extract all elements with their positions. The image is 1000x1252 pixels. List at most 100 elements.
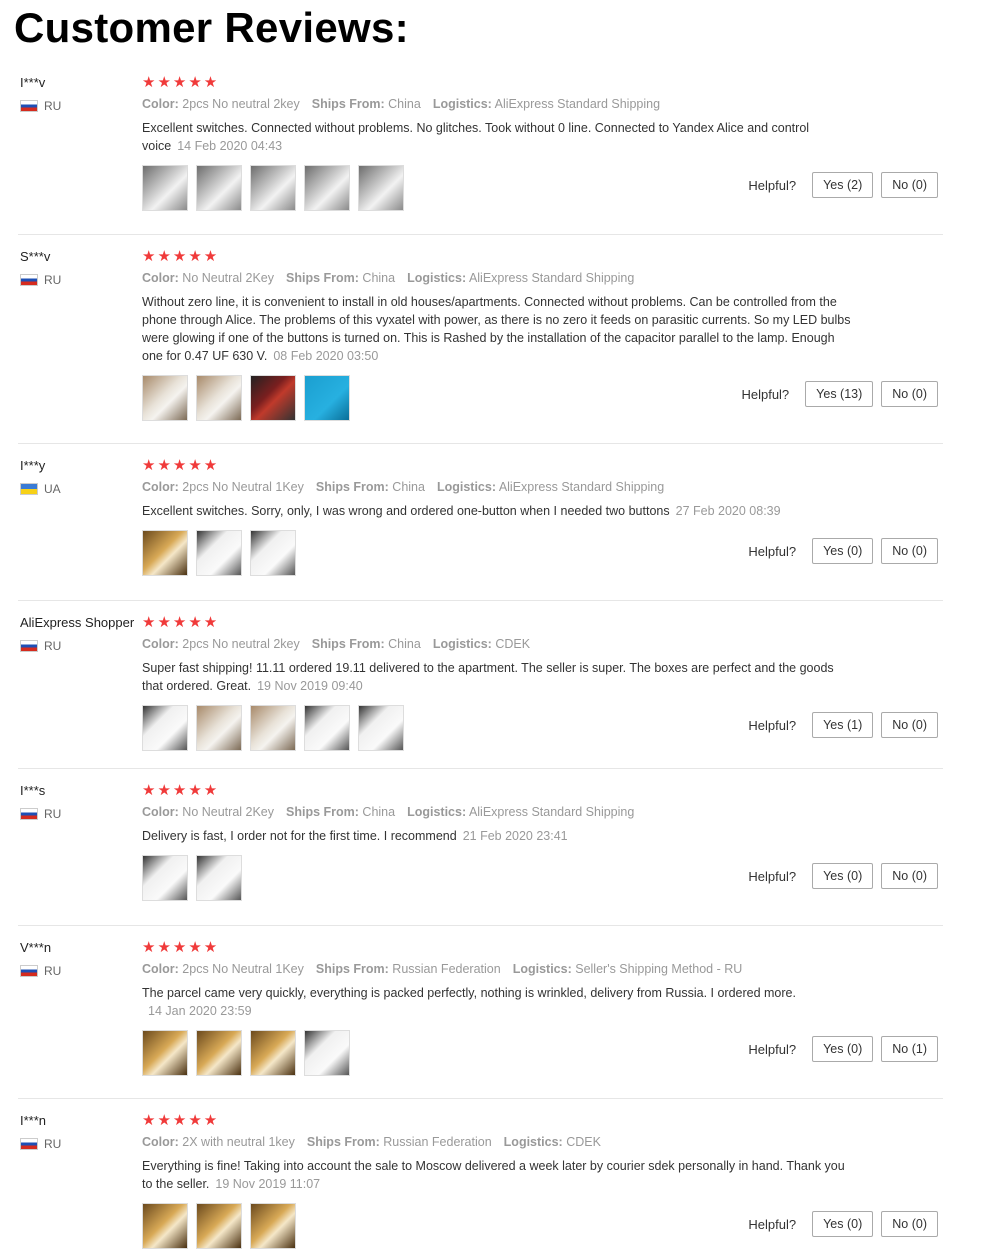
review-photos (142, 530, 852, 576)
logistics: Logistics: AliExpress Standard Shipping (407, 271, 634, 285)
review-photo-thumbnail[interactable] (196, 1203, 242, 1249)
review-photo-thumbnail[interactable] (142, 530, 188, 576)
flag-icon (20, 808, 38, 820)
review-photo-thumbnail[interactable] (304, 1030, 350, 1076)
review-photo-thumbnail[interactable] (250, 705, 296, 751)
flag-icon (20, 100, 38, 112)
review-photo-thumbnail[interactable] (250, 1030, 296, 1076)
review-photo-thumbnail[interactable] (250, 1203, 296, 1249)
review-photo-thumbnail[interactable] (142, 705, 188, 751)
review-photo-thumbnail[interactable] (250, 165, 296, 211)
yes-vote-button[interactable]: Yes (13) (805, 381, 874, 407)
logistics-label: Logistics: (432, 637, 492, 651)
country-code: RU (44, 807, 62, 821)
no-vote-button[interactable]: No (0) (881, 381, 938, 407)
reviewer-name: V***n (20, 940, 52, 955)
sku-color: Color: 2pcs No neutral 2key (142, 637, 300, 651)
flag-icon (20, 965, 38, 977)
sku-color-label: Color: (142, 637, 179, 651)
review-photo-thumbnail[interactable] (358, 705, 404, 751)
logistics-value: AliExpress Standard Shipping (494, 97, 661, 111)
yes-vote-button[interactable]: Yes (0) (812, 1036, 874, 1062)
review-meta: Color: 2pcs No Neutral 1Key Ships From: C… (142, 480, 852, 494)
no-vote-button[interactable]: No (0) (881, 863, 938, 889)
country-code: RU (44, 964, 62, 978)
review-photo-thumbnail[interactable] (142, 375, 188, 421)
review-content: ★★★★★ Color: 2pcs No neutral 2key Ships Fr… (142, 615, 852, 751)
review-photo-thumbnail[interactable] (304, 165, 350, 211)
review-photo-thumbnail[interactable] (250, 375, 296, 421)
review-photos (142, 1030, 852, 1076)
country-code: RU (44, 639, 62, 653)
review-photo-thumbnail[interactable] (142, 1203, 188, 1249)
review-date: 08 Feb 2020 03:50 (273, 349, 379, 363)
no-vote-button[interactable]: No (0) (881, 172, 938, 198)
helpful-label: Helpful? (741, 386, 790, 402)
helpful-votes: Helpful? Yes (13) No (0) (741, 381, 938, 407)
review-text: Delivery is fast, I order not for the fi… (142, 827, 852, 845)
no-vote-button[interactable]: No (0) (881, 538, 938, 564)
review-photo-thumbnail[interactable] (304, 375, 350, 421)
logistics-value: CDEK (566, 1135, 601, 1149)
ships-from: Ships From: Russian Federation (316, 962, 501, 976)
reviewer-country: RU (20, 273, 61, 287)
star-rating: ★★★★★ (142, 457, 220, 474)
helpful-votes: Helpful? Yes (2) No (0) (748, 172, 938, 198)
yes-vote-button[interactable]: Yes (2) (812, 172, 874, 198)
reviewer-name: I***n (20, 1113, 47, 1128)
review-photo-thumbnail[interactable] (196, 530, 242, 576)
review-content: ★★★★★ Color: 2pcs No Neutral 1Key Ships Fr… (142, 940, 852, 1076)
review-date: 19 Nov 2019 09:40 (257, 679, 363, 693)
ships-from: Ships From: China (316, 480, 425, 494)
review-photo-thumbnail[interactable] (142, 1030, 188, 1076)
sku-color: Color: 2X with neutral 1key (142, 1135, 295, 1149)
country-code: RU (44, 1137, 62, 1151)
reviewer-name: AliExpress Shopper (20, 615, 135, 630)
logistics-label: Logistics: (407, 271, 467, 285)
sku-color-label: Color: (142, 1135, 179, 1149)
sku-color-value: 2pcs No Neutral 1Key (182, 480, 304, 494)
review-date: 27 Feb 2020 08:39 (675, 504, 781, 518)
review-photo-thumbnail[interactable] (196, 705, 242, 751)
review-photo-thumbnail[interactable] (142, 855, 188, 901)
review-meta: Color: No Neutral 2Key Ships From: China L… (142, 271, 852, 285)
logistics-value: Seller's Shipping Method - RU (575, 962, 743, 976)
review-photo-thumbnail[interactable] (196, 855, 242, 901)
review-photo-thumbnail[interactable] (196, 1030, 242, 1076)
logistics: Logistics: Seller's Shipping Method - RU (513, 962, 743, 976)
logistics-label: Logistics: (436, 480, 497, 494)
review-photo-thumbnail[interactable] (196, 165, 242, 211)
review-divider (18, 925, 943, 926)
review-divider (18, 1098, 943, 1099)
yes-vote-button[interactable]: Yes (0) (812, 538, 874, 564)
logistics: Logistics: CDEK (433, 637, 530, 651)
logistics-label: Logistics: (503, 1135, 563, 1149)
review-text: Excellent switches. Sorry, only, I was w… (142, 502, 852, 520)
yes-vote-button[interactable]: Yes (1) (812, 712, 874, 738)
review-date: 19 Nov 2019 11:07 (215, 1177, 321, 1191)
review-meta: Color: 2X with neutral 1key Ships From: R… (142, 1135, 852, 1149)
review-divider (18, 234, 943, 235)
no-vote-button[interactable]: No (0) (881, 1211, 938, 1237)
sku-color: Color: 2pcs No neutral 2key (142, 97, 300, 111)
helpful-label: Helpful? (748, 1041, 797, 1057)
ships-from-label: Ships From: (311, 637, 385, 651)
review-photo-thumbnail[interactable] (250, 530, 296, 576)
review-photo-thumbnail[interactable] (142, 165, 188, 211)
review-photo-thumbnail[interactable] (196, 375, 242, 421)
review-text: Excellent switches. Connected without pr… (142, 119, 852, 155)
sku-color-value: 2pcs No Neutral 1Key (182, 962, 304, 976)
ships-from-label: Ships From: (311, 97, 385, 111)
country-code: UA (44, 482, 61, 496)
review-photo-thumbnail[interactable] (304, 705, 350, 751)
review-photo-thumbnail[interactable] (358, 165, 404, 211)
review-date: 14 Jan 2020 23:59 (148, 1004, 252, 1018)
no-vote-button[interactable]: No (1) (881, 1036, 938, 1062)
yes-vote-button[interactable]: Yes (0) (812, 1211, 874, 1237)
review-photos (142, 705, 852, 751)
helpful-votes: Helpful? Yes (0) No (0) (748, 1211, 938, 1237)
yes-vote-button[interactable]: Yes (0) (812, 863, 874, 889)
no-vote-button[interactable]: No (0) (881, 712, 938, 738)
logistics: Logistics: AliExpress Standard Shipping (437, 480, 664, 494)
ships-from-label: Ships From: (286, 805, 359, 819)
